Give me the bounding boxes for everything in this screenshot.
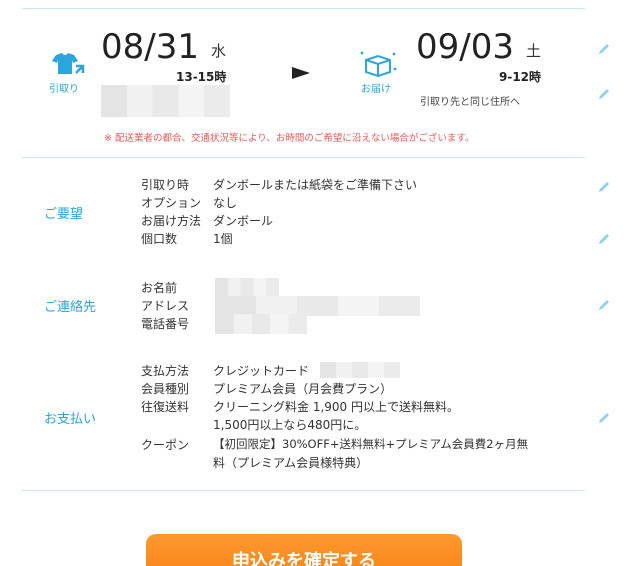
payment-value-shipping-line2: 1,500円以上なら480円に。	[213, 418, 367, 432]
request-label-delivery-method: お届け方法	[141, 214, 202, 228]
confirm-order-button[interactable]: 申込みを確定する	[146, 534, 462, 566]
arrow-right-icon	[292, 67, 310, 79]
request-value-option: なし	[213, 196, 238, 210]
pickup-address-redacted	[101, 85, 230, 117]
payment-label-shipping: 往復送料	[141, 400, 190, 414]
contact-name-redacted	[215, 278, 279, 296]
pickup-date: 08/31	[101, 27, 199, 67]
request-value-delivery-method: ダンボール	[213, 214, 274, 228]
tshirt-pickup-icon	[52, 53, 85, 74]
contact-section-title: ご連絡先	[44, 300, 97, 315]
delivery-notice: ※ 配送業者の都合、交通状況等により、お時間のご希望に沿えない場合がございます。	[104, 133, 475, 144]
top-divider	[22, 8, 585, 9]
delivery-time-slot: 9-12時	[499, 70, 542, 84]
contact-phone-redacted	[215, 314, 307, 334]
delivery-label: お届け	[361, 84, 391, 95]
contact-label-phone: 電話番号	[141, 317, 190, 331]
pickup-time-slot: 13-15時	[176, 70, 227, 84]
payment-label-coupon: クーポン	[141, 438, 190, 452]
request-value-pickup: ダンボールまたは紙袋をご準備下さい	[213, 178, 418, 192]
request-label-option: オプション	[141, 196, 202, 210]
edit-pencil-icon[interactable]	[597, 232, 611, 246]
delivery-address-note: 引取り先と同じ住所へ	[420, 97, 520, 108]
card-number-redacted	[320, 362, 400, 378]
edit-pencil-icon[interactable]	[597, 42, 611, 56]
edit-pencil-icon[interactable]	[597, 411, 611, 425]
request-label-package-count: 個口数	[141, 232, 178, 246]
payment-value-member-type: プレミアム会員（月会費プラン）	[213, 382, 393, 396]
box-delivery-icon	[360, 51, 397, 78]
pickup-label: 引取り	[49, 84, 79, 95]
payment-value-coupon-line2: 料（プレミアム会員様特典）	[213, 456, 369, 470]
edit-pencil-icon[interactable]	[597, 180, 611, 194]
payment-label-member-type: 会員種別	[141, 382, 190, 396]
contact-label-name: お名前	[141, 281, 178, 295]
payment-value-shipping-line1: クリーニング料金 1,900 円以上で送料無料。	[213, 400, 459, 414]
pickup-day-of-week: 水	[211, 42, 227, 60]
contact-label-email: アドレス	[141, 299, 190, 313]
request-section-title: ご要望	[44, 207, 84, 222]
request-value-package-count: 1個	[213, 232, 233, 246]
divider	[22, 490, 585, 491]
edit-pencil-icon[interactable]	[597, 298, 611, 312]
delivery-day-of-week: 土	[526, 42, 542, 60]
contact-email-redacted	[215, 296, 420, 316]
delivery-date: 09/03	[416, 27, 514, 67]
request-label-pickup: 引取り時	[141, 178, 190, 192]
payment-value-coupon-line1: 【初回限定】30%OFF+送料無料+プレミアム会員費2ヶ月無	[213, 437, 529, 451]
payment-value-method: クレジットカード	[213, 364, 310, 378]
payment-section-title: お支払い	[44, 412, 97, 427]
divider	[22, 157, 585, 158]
payment-label-method: 支払方法	[141, 364, 190, 378]
edit-pencil-icon[interactable]	[597, 87, 611, 101]
